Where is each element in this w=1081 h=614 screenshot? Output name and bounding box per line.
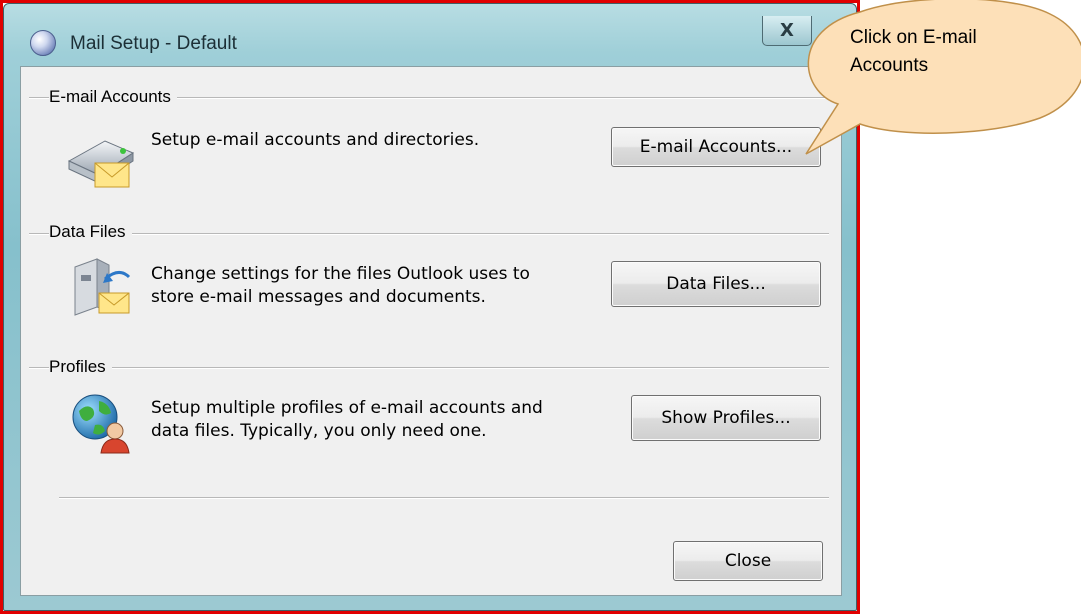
- callout-text-line1: Click on E-mail: [850, 27, 977, 48]
- callout-text: Click on E-mail Accounts: [850, 24, 1050, 80]
- callout-text-line2: Accounts: [850, 55, 929, 76]
- callout-balloon: [805, 0, 1081, 155]
